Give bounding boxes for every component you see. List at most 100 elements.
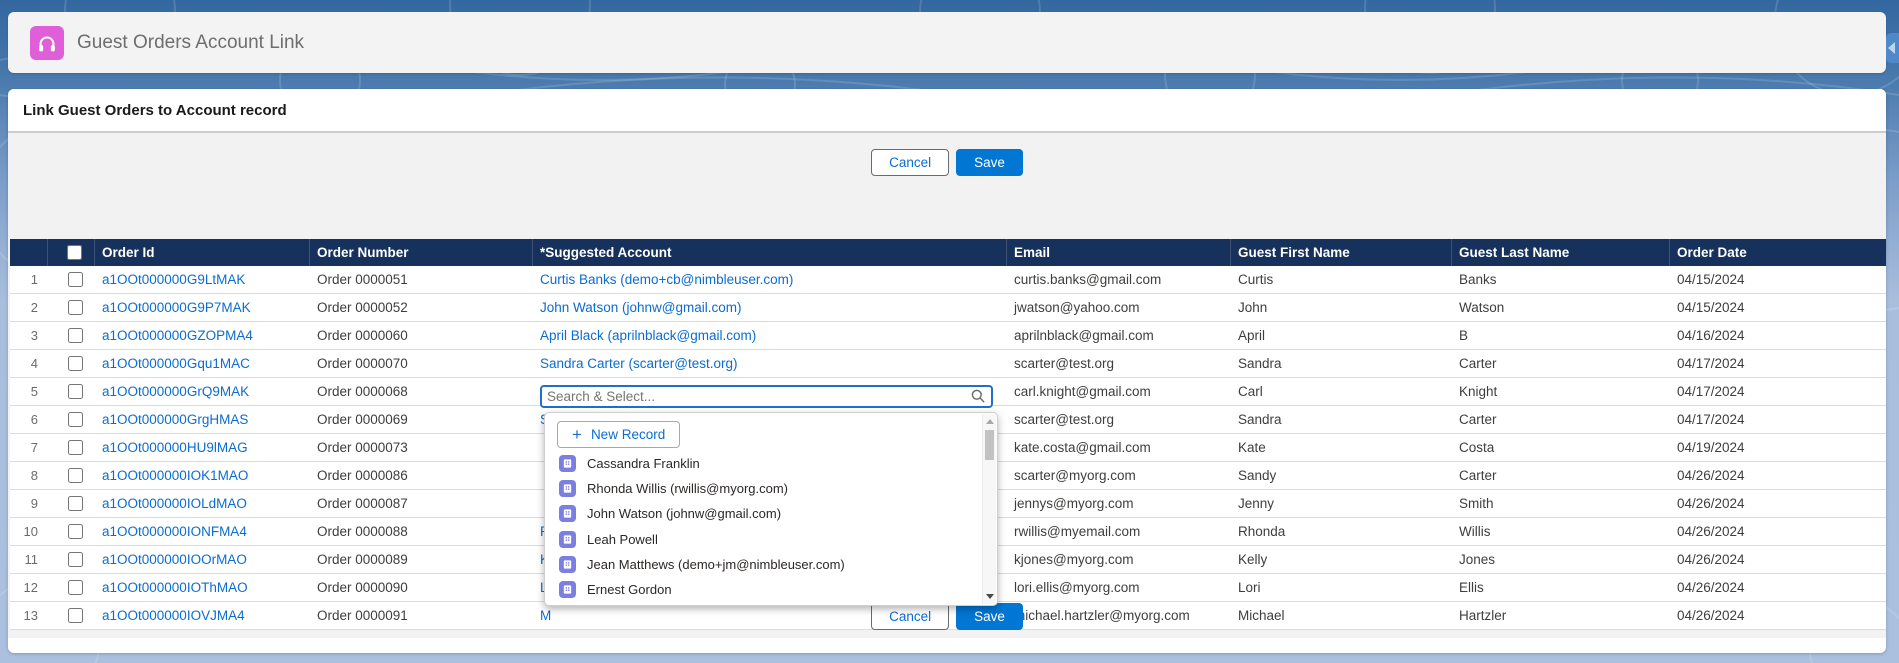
row-checkbox[interactable] bbox=[68, 552, 83, 567]
guest-email: jwatson@yahoo.com bbox=[1007, 300, 1231, 315]
account-icon bbox=[559, 581, 576, 598]
row-number: 4 bbox=[10, 356, 48, 371]
row-checkbox[interactable] bbox=[68, 328, 83, 343]
order-date: 04/26/2024 bbox=[1670, 580, 1886, 595]
cancel-button-bottom[interactable]: Cancel bbox=[871, 603, 949, 630]
order-number: Order 0000089 bbox=[310, 552, 533, 567]
guest-email: kjones@myorg.com bbox=[1007, 552, 1231, 567]
order-number: Order 0000087 bbox=[310, 496, 533, 511]
order-id-link[interactable]: a1OOt000000HU9lMAG bbox=[102, 440, 248, 455]
suggested-account-link[interactable]: Sandra Carter (scarter@test.org) bbox=[540, 356, 738, 371]
cancel-button-top[interactable]: Cancel bbox=[871, 149, 949, 176]
row-checkbox[interactable] bbox=[68, 412, 83, 427]
guest-first-name: Jenny bbox=[1231, 496, 1452, 511]
dropdown-scrollbar[interactable] bbox=[982, 414, 996, 604]
lookup-option[interactable]: Cassandra Franklin bbox=[545, 451, 979, 476]
lookup-option[interactable]: Ernest Gordon bbox=[545, 577, 979, 602]
order-id-link[interactable]: a1OOt000000G9LtMAK bbox=[102, 272, 245, 287]
order-id-link[interactable]: a1OOt000000IOK1MAO bbox=[102, 468, 248, 483]
lookup-option[interactable]: Rhonda Willis (rwillis@myorg.com) bbox=[545, 476, 979, 501]
order-date: 04/17/2024 bbox=[1670, 356, 1886, 371]
guest-email: carl.knight@gmail.com bbox=[1007, 384, 1231, 399]
lookup-option-label: Ernest Gordon bbox=[587, 582, 672, 597]
select-all-checkbox-cell bbox=[48, 239, 95, 266]
order-number: Order 0000070 bbox=[310, 356, 533, 371]
order-id-link[interactable]: a1OOt000000IOLdMAO bbox=[102, 496, 247, 511]
table-row: 4 a1OOt000000Gqu1MAC Order 0000070 Sandr… bbox=[10, 350, 1886, 378]
order-id-link[interactable]: a1OOt000000G9P7MAK bbox=[102, 300, 251, 315]
order-date: 04/16/2024 bbox=[1670, 328, 1886, 343]
order-number: Order 0000073 bbox=[310, 440, 533, 455]
guest-first-name: Sandy bbox=[1231, 468, 1452, 483]
save-button-top[interactable]: Save bbox=[956, 149, 1023, 176]
guest-last-name: Carter bbox=[1452, 356, 1670, 371]
col-header-first-name: Guest First Name bbox=[1231, 239, 1452, 266]
collapse-edge-tab[interactable] bbox=[1886, 33, 1899, 63]
row-checkbox[interactable] bbox=[68, 524, 83, 539]
row-checkbox[interactable] bbox=[68, 356, 83, 371]
col-header-suggested-account: *Suggested Account bbox=[533, 239, 1007, 266]
row-number: 12 bbox=[10, 580, 48, 595]
order-number: Order 0000068 bbox=[310, 384, 533, 399]
row-checkbox[interactable] bbox=[68, 440, 83, 455]
account-lookup: + New Record Cassandra Franklin Rhonda W… bbox=[540, 385, 993, 408]
suggested-account-link[interactable]: April Black (aprilnblack@gmail.com) bbox=[540, 328, 756, 343]
row-checkbox[interactable] bbox=[68, 300, 83, 315]
chevron-left-icon bbox=[1888, 42, 1895, 54]
order-id-link[interactable]: a1OOt000000IONFMA4 bbox=[102, 524, 247, 539]
magnifier-icon bbox=[970, 388, 986, 409]
row-checkbox[interactable] bbox=[68, 496, 83, 511]
guest-first-name: Carl bbox=[1231, 384, 1452, 399]
order-number: Order 0000090 bbox=[310, 580, 533, 595]
select-all-checkbox[interactable] bbox=[67, 245, 82, 260]
order-id-link[interactable]: a1OOt000000Gqu1MAC bbox=[102, 356, 250, 371]
order-date: 04/26/2024 bbox=[1670, 552, 1886, 567]
guest-last-name: Willis bbox=[1452, 524, 1670, 539]
account-icon bbox=[559, 556, 576, 573]
row-number: 5 bbox=[10, 384, 48, 399]
panel-title: Link Guest Orders to Account record bbox=[8, 89, 1886, 133]
guest-last-name: Costa bbox=[1452, 440, 1670, 455]
guest-first-name: April bbox=[1231, 328, 1452, 343]
account-icon bbox=[559, 455, 576, 472]
guest-last-name: Knight bbox=[1452, 384, 1670, 399]
order-number: Order 0000052 bbox=[310, 300, 533, 315]
lookup-option-label: John Watson (johnw@gmail.com) bbox=[587, 506, 781, 521]
row-number: 7 bbox=[10, 440, 48, 455]
order-id-link[interactable]: a1OOt000000IOThMAO bbox=[102, 580, 248, 595]
order-id-link[interactable]: a1OOt000000GrQ9MAK bbox=[102, 384, 249, 399]
guest-email: curtis.banks@gmail.com bbox=[1007, 272, 1231, 287]
row-checkbox[interactable] bbox=[68, 384, 83, 399]
lookup-option-label: Rhonda Willis (rwillis@myorg.com) bbox=[587, 481, 788, 496]
order-id-link[interactable]: a1OOt000000GrgHMAS bbox=[102, 412, 248, 427]
order-number: Order 0000086 bbox=[310, 468, 533, 483]
suggested-account-link[interactable]: John Watson (johnw@gmail.com) bbox=[540, 300, 742, 315]
order-date: 04/19/2024 bbox=[1670, 440, 1886, 455]
lookup-option[interactable]: John Watson (johnw@gmail.com) bbox=[545, 501, 979, 526]
guest-last-name: Jones bbox=[1452, 552, 1670, 567]
table-row: 1 a1OOt000000G9LtMAK Order 0000051 Curti… bbox=[10, 266, 1886, 294]
new-record-button[interactable]: + New Record bbox=[557, 421, 680, 448]
save-button-bottom[interactable]: Save bbox=[956, 603, 1023, 630]
suggested-account-link[interactable]: Curtis Banks (demo+cb@nimbleuser.com) bbox=[540, 272, 793, 287]
row-number-header bbox=[10, 239, 48, 266]
order-id-link[interactable]: a1OOt000000IOOrMAO bbox=[102, 552, 247, 567]
scroll-up-icon[interactable] bbox=[986, 419, 994, 424]
lookup-option[interactable]: Leah Powell bbox=[545, 527, 979, 552]
row-checkbox[interactable] bbox=[68, 468, 83, 483]
guest-email: rwillis@myemail.com bbox=[1007, 524, 1231, 539]
order-date: 04/17/2024 bbox=[1670, 384, 1886, 399]
search-input[interactable] bbox=[540, 385, 993, 408]
lookup-dropdown: + New Record Cassandra Franklin Rhonda W… bbox=[544, 412, 998, 606]
guest-first-name: Curtis bbox=[1231, 272, 1452, 287]
scrollbar-thumb[interactable] bbox=[985, 430, 994, 460]
guest-first-name: Kate bbox=[1231, 440, 1452, 455]
guest-first-name: Sandra bbox=[1231, 356, 1452, 371]
lookup-option[interactable]: Jean Matthews (demo+jm@nimbleuser.com) bbox=[545, 552, 979, 577]
scroll-down-icon[interactable] bbox=[986, 594, 994, 599]
row-checkbox[interactable] bbox=[68, 580, 83, 595]
guest-email: scarter@test.org bbox=[1007, 356, 1231, 371]
col-header-order-number: Order Number bbox=[310, 239, 533, 266]
row-checkbox[interactable] bbox=[68, 272, 83, 287]
order-id-link[interactable]: a1OOt000000GZOPMA4 bbox=[102, 328, 253, 343]
